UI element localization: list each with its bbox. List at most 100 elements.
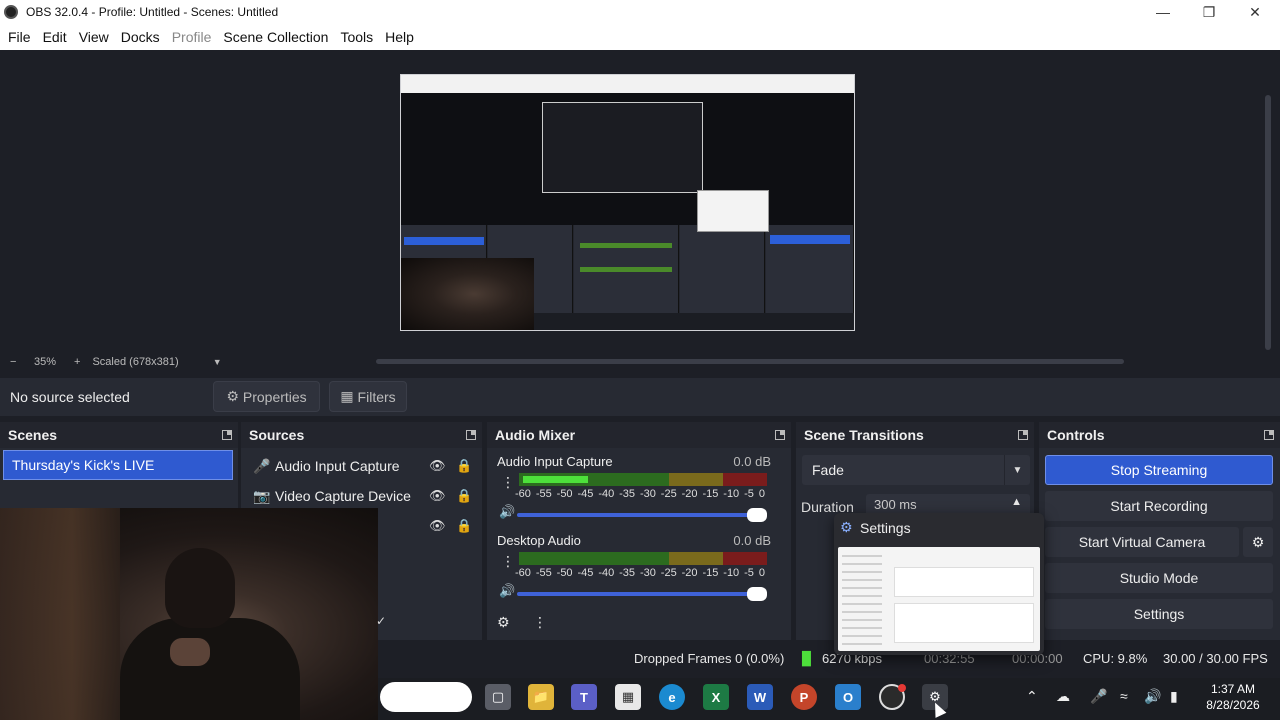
obs-logo-icon: [4, 5, 18, 19]
powerpoint-icon[interactable]: P: [791, 684, 817, 710]
scenes-header: Scenes: [0, 422, 238, 448]
start-recording-button[interactable]: Start Recording: [1045, 491, 1273, 521]
teams-icon[interactable]: T: [571, 684, 597, 710]
clock-date: 8/28/2026: [1206, 698, 1260, 712]
file-explorer-icon[interactable]: 📁: [528, 684, 554, 710]
filters-button[interactable]: ▦ Filters: [329, 381, 407, 412]
signal-bars-icon: ▉: [802, 651, 812, 666]
audio-mixer-dock: Audio Mixer Audio Input Capture 0.0 dB ⋮…: [487, 422, 791, 640]
undock-icon[interactable]: [466, 430, 476, 440]
visibility-eye-icon[interactable]: 👁: [429, 518, 446, 534]
slider-knob[interactable]: [747, 508, 767, 522]
preview-horizontal-scrollbar[interactable]: [376, 359, 1124, 364]
system-clock[interactable]: 1:37 AM 8/28/2026: [1198, 681, 1268, 713]
settings-thumbnail[interactable]: [838, 547, 1040, 651]
start-virtual-camera-button[interactable]: Start Virtual Camera: [1045, 527, 1239, 557]
meter-tick-label: 0: [758, 488, 765, 500]
speaker-icon[interactable]: 🔊: [499, 504, 515, 520]
gear-icon: ⚙: [840, 519, 853, 535]
chevron-down-icon[interactable]: ▼: [213, 357, 222, 367]
menu-bar: File Edit View Docks Profile Scene Colle…: [0, 24, 1280, 50]
undock-icon[interactable]: [222, 430, 232, 440]
undock-icon[interactable]: [1264, 430, 1274, 440]
scale-mode-select[interactable]: Scaled (678x381): [92, 356, 178, 368]
preview-vertical-scrollbar[interactable]: [1265, 95, 1271, 350]
meter-tick-label: -5: [744, 488, 754, 500]
more-options-icon[interactable]: ⋮: [533, 614, 547, 631]
meter-tick-label: -30: [639, 567, 656, 579]
checkmark-icon: ✓: [376, 614, 387, 628]
menu-file[interactable]: File: [2, 29, 37, 45]
nested-mixer-dock: [574, 225, 679, 320]
zoom-in-button[interactable]: +: [74, 356, 80, 368]
more-options-icon[interactable]: ⋮: [501, 474, 515, 491]
zoom-out-button[interactable]: −: [10, 356, 24, 368]
source-label: Audio Input Capture: [275, 458, 400, 474]
camera-icon: 📷: [253, 487, 271, 504]
microphone-icon[interactable]: 🎤: [1090, 688, 1107, 705]
volume-slider[interactable]: [517, 587, 767, 601]
menu-help[interactable]: Help: [379, 29, 420, 45]
volume-meter: [519, 473, 767, 486]
gear-icon: ⚙: [226, 388, 239, 404]
meter-tick-label: -60: [515, 488, 531, 500]
excel-icon[interactable]: X: [703, 684, 729, 710]
maximize-button[interactable]: ❐: [1186, 0, 1232, 24]
visibility-eye-icon[interactable]: 👁: [429, 458, 446, 474]
meter-tick-label: 0: [758, 567, 765, 579]
meter-tick-label: -5: [744, 567, 754, 579]
menu-edit[interactable]: Edit: [37, 29, 73, 45]
outlook-icon[interactable]: O: [835, 684, 861, 710]
task-view-icon[interactable]: ▢: [485, 684, 511, 710]
virtual-camera-settings-gear-icon[interactable]: ⚙: [1243, 527, 1273, 557]
volume-icon[interactable]: 🔊: [1144, 688, 1161, 705]
speaker-icon[interactable]: 🔊: [499, 583, 515, 599]
duration-value: 300 ms: [874, 497, 917, 512]
settings-taskbar-preview[interactable]: ⚙ Settings: [834, 513, 1044, 655]
lock-icon[interactable]: 🔒: [456, 488, 472, 504]
taskbar-search[interactable]: [380, 682, 472, 712]
nested-stop-button: [770, 235, 850, 244]
chevron-up-icon[interactable]: ⌃: [1026, 688, 1038, 705]
store-icon[interactable]: ▦: [615, 684, 641, 710]
wifi-icon[interactable]: ≈: [1120, 688, 1128, 704]
battery-icon[interactable]: ▮: [1170, 688, 1178, 705]
chevron-up-icon[interactable]: ▲: [1011, 496, 1022, 508]
advanced-audio-gear-icon[interactable]: ⚙: [497, 614, 510, 631]
nested-scene-item: [404, 237, 484, 245]
word-icon[interactable]: W: [747, 684, 773, 710]
menu-docks[interactable]: Docks: [115, 29, 166, 45]
transition-select[interactable]: Fade ▼: [802, 455, 1030, 485]
meter-ticks: -60 -55 -50 -45 -40 -35 -30 -25 -20 -15 -10 -5 0: [515, 567, 765, 579]
meter-tick-label: -35: [619, 488, 636, 500]
no-source-label: No source selected: [10, 389, 130, 405]
visibility-eye-icon[interactable]: 👁: [429, 488, 446, 504]
menu-tools[interactable]: Tools: [334, 29, 379, 45]
scene-item[interactable]: Thursday's Kick's LIVE: [3, 450, 233, 480]
dropped-frames: Dropped Frames 0 (0.0%): [634, 651, 785, 666]
menu-profile[interactable]: Profile: [166, 29, 218, 45]
more-options-icon[interactable]: ⋮: [501, 553, 515, 570]
minimize-button[interactable]: —: [1140, 0, 1186, 24]
meter-tick-label: -20: [681, 488, 698, 500]
cloud-icon[interactable]: ☁: [1056, 688, 1070, 705]
undock-icon[interactable]: [1018, 430, 1028, 440]
source-item-audio-input[interactable]: 🎤 Audio Input Capture 👁 🔒: [241, 451, 472, 481]
undock-icon[interactable]: [775, 430, 785, 440]
volume-slider[interactable]: [517, 508, 767, 522]
studio-mode-button[interactable]: Studio Mode: [1045, 563, 1273, 593]
close-button[interactable]: ✕: [1232, 0, 1278, 24]
properties-button[interactable]: ⚙ Properties: [213, 381, 320, 412]
filter-icon: ▦: [340, 388, 354, 404]
meter-tick-label: -50: [556, 567, 573, 579]
menu-scene-collection[interactable]: Scene Collection: [217, 29, 334, 45]
menu-view[interactable]: View: [73, 29, 115, 45]
program-preview[interactable]: [400, 74, 855, 331]
edge-icon[interactable]: e: [659, 684, 685, 710]
slider-knob[interactable]: [747, 587, 767, 601]
stop-streaming-button[interactable]: Stop Streaming: [1045, 455, 1273, 485]
lock-icon[interactable]: 🔒: [456, 518, 472, 534]
source-item-video-capture[interactable]: 📷 Video Capture Device 👁 🔒: [241, 481, 472, 511]
settings-button[interactable]: Settings: [1045, 599, 1273, 629]
lock-icon[interactable]: 🔒: [456, 458, 472, 474]
